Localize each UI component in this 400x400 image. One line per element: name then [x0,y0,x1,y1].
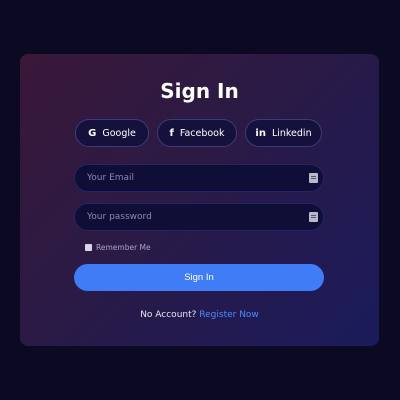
autofill-icon[interactable] [309,173,318,183]
email-input[interactable] [75,165,323,191]
remember-me-label: Remember Me [96,243,151,252]
linkedin-icon: in [255,127,266,139]
email-field-wrapper [74,164,324,192]
facebook-button-label: Facebook [179,127,225,139]
google-icon: G [88,127,97,139]
autofill-icon[interactable] [309,212,318,222]
no-account-text: No Account? [140,310,197,320]
linkedin-sign-in-button[interactable]: in Linkedin [245,119,322,147]
sign-in-button[interactable]: Sign In [74,264,324,291]
facebook-sign-in-button[interactable]: f Facebook [157,119,237,147]
facebook-icon: f [169,127,174,139]
register-link[interactable]: Register Now [199,310,259,320]
register-prompt: No Account? Register Now [20,310,379,320]
google-sign-in-button[interactable]: G Google [75,119,149,147]
remember-me[interactable]: Remember Me [85,243,151,252]
password-input[interactable] [75,204,323,230]
linkedin-button-label: Linkedin [271,127,312,139]
password-field-wrapper [74,203,324,231]
sign-in-card: Sign In G Google f Facebook in Linkedin … [20,54,379,346]
remember-me-checkbox[interactable] [85,244,92,251]
page-title: Sign In [160,79,239,103]
google-button-label: Google [102,127,136,139]
